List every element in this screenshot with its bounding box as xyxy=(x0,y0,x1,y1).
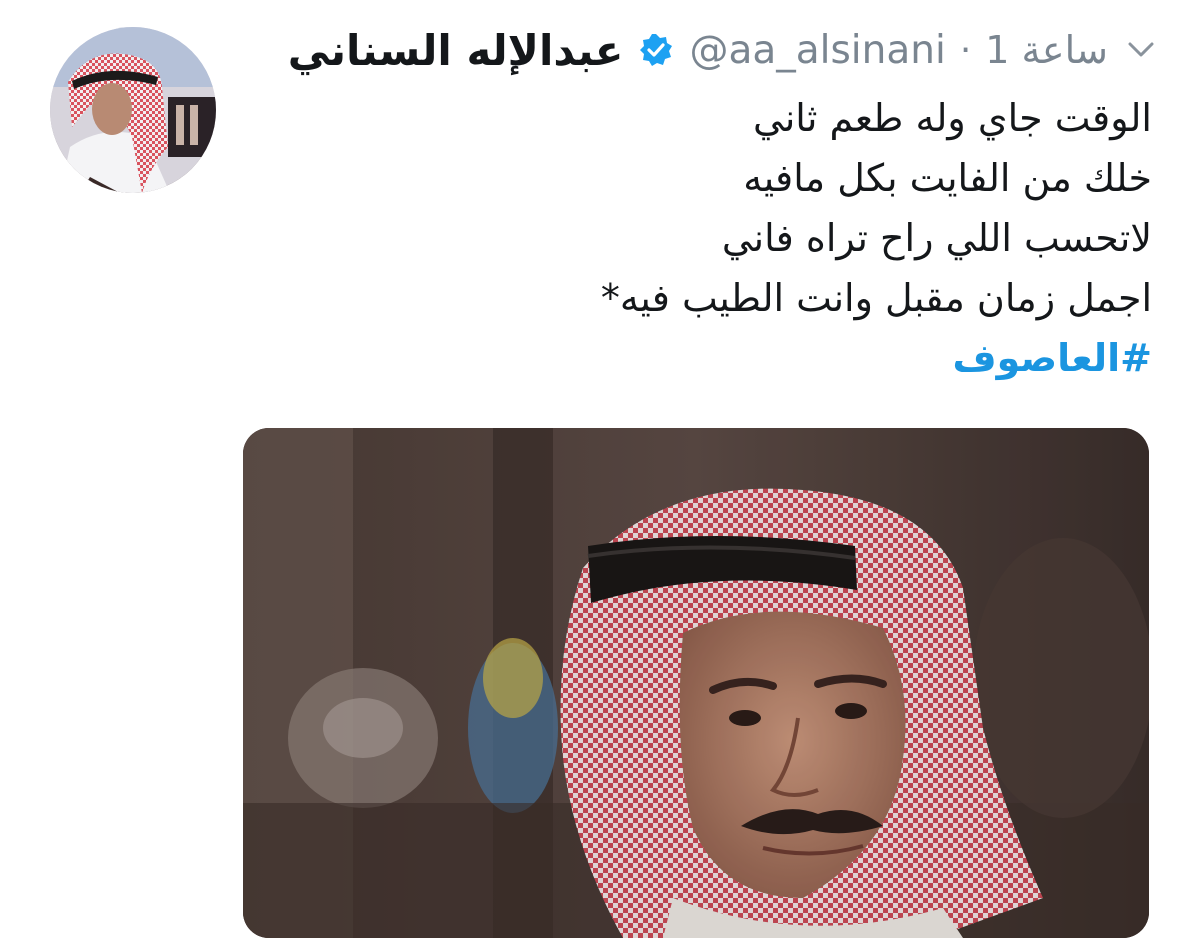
tweet-menu-button[interactable] xyxy=(1122,31,1160,69)
author-avatar[interactable] xyxy=(50,27,216,193)
chevron-down-icon xyxy=(1128,42,1154,57)
tweet-card: 1 ساعة · @aa_alsinani عبدالإله السناني ا… xyxy=(0,0,1200,949)
tweet-body: الوقت جاي وله طعم ثاني خلك من الفايت بكل… xyxy=(252,88,1152,388)
tweet-timestamp[interactable]: 1 ساعة xyxy=(985,28,1108,72)
author-handle[interactable]: @aa_alsinani xyxy=(689,28,945,73)
header-separator: · xyxy=(959,29,972,71)
avatar-image xyxy=(50,27,216,193)
tweet-line: اجمل زمان مقبل وانت الطيب فيه* xyxy=(600,276,1152,320)
author-display-name[interactable]: عبدالإله السناني xyxy=(288,26,624,75)
tweet-media-image[interactable] xyxy=(243,428,1149,938)
tweet-line: لاتحسب اللي راح تراه فاني xyxy=(721,216,1152,260)
tweet-line: الوقت جاي وله طعم ثاني xyxy=(753,96,1152,140)
media-photo xyxy=(243,428,1149,938)
verified-badge-icon xyxy=(637,31,675,69)
tweet-line: خلك من الفايت بكل مافيه xyxy=(743,156,1152,200)
tweet-header: 1 ساعة · @aa_alsinani عبدالإله السناني xyxy=(288,18,1160,82)
hashtag-link[interactable]: #العاصوف xyxy=(252,328,1152,388)
